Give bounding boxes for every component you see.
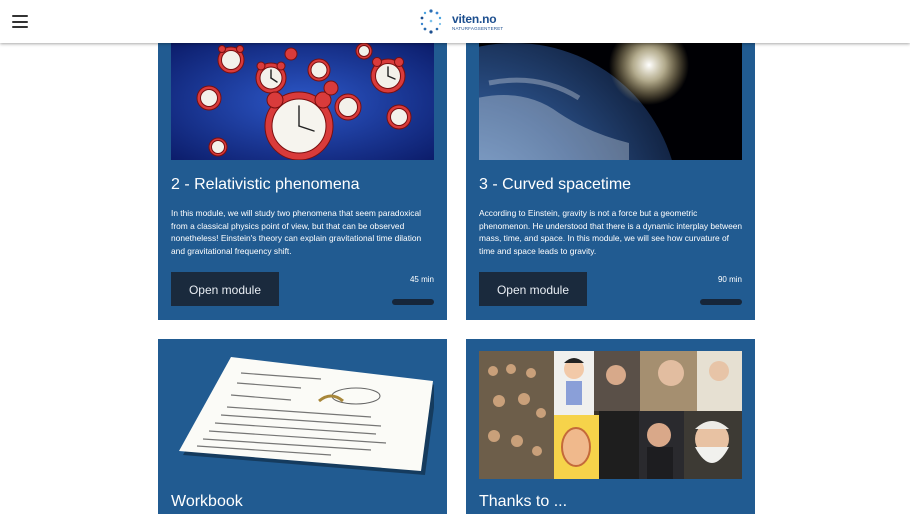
card-title: 2 - Relativistic phenomena bbox=[171, 176, 360, 193]
duration-label: 45 min bbox=[409, 275, 434, 284]
module-card-workbook: Workbook bbox=[158, 339, 447, 514]
card-description: In this module, we will study two phenom… bbox=[171, 208, 422, 257]
duration-label: 90 min bbox=[717, 275, 742, 284]
card-title: Thanks to ... bbox=[479, 493, 568, 510]
earth-from-space-photo bbox=[479, 43, 742, 160]
progress-bar bbox=[700, 299, 742, 305]
top-bar: viten.no NATURFAGSENTERET bbox=[0, 0, 910, 43]
module-card-curved-spacetime: 3 - Curved spacetime According to Einste… bbox=[466, 43, 755, 320]
card-title: Workbook bbox=[171, 493, 243, 510]
module-card-relativistic: 2 - Relativistic phenomena In this modul… bbox=[158, 43, 447, 320]
worksheet-paper-photo bbox=[171, 351, 434, 475]
module-card-thanks: Thanks to ... bbox=[466, 339, 755, 514]
hamburger-icon[interactable] bbox=[12, 15, 28, 28]
open-module-button[interactable]: Open module bbox=[479, 272, 587, 306]
card-description: According to Einstein, gravity is not a … bbox=[479, 208, 743, 257]
progress-bar bbox=[392, 299, 434, 305]
logo-dots-icon bbox=[420, 9, 442, 34]
contributors-collage-photo bbox=[479, 351, 742, 479]
viten-logo[interactable]: viten.no NATURFAGSENTERET bbox=[418, 8, 528, 36]
open-module-button[interactable]: Open module bbox=[171, 272, 279, 306]
clocks-illustration bbox=[171, 43, 434, 160]
logo-subtitle: NATURFAGSENTERET bbox=[452, 26, 504, 31]
card-title: 3 - Curved spacetime bbox=[479, 176, 632, 193]
logo-name: viten.no bbox=[452, 12, 497, 26]
